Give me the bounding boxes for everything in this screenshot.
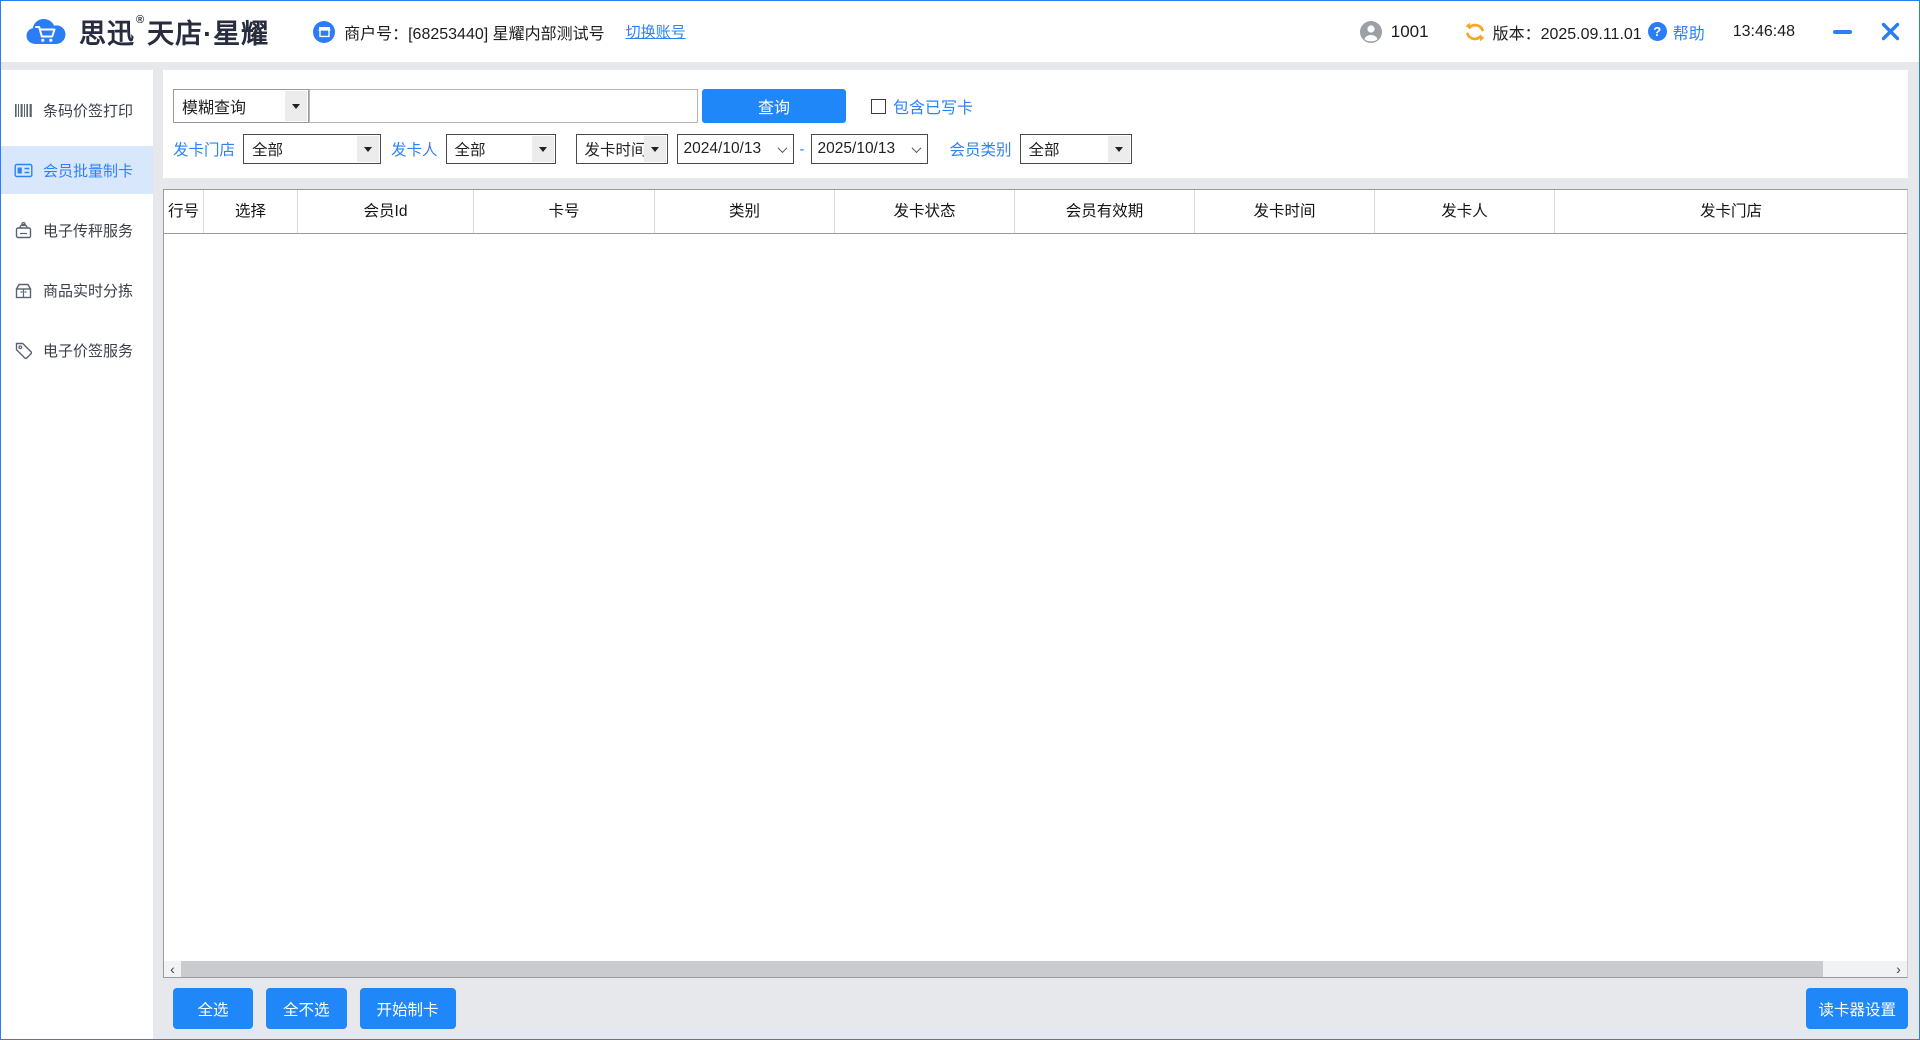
sidebar: 条码价签打印 会员批量制卡 电子传秤服务 商品实时分拣 电子价签服务	[1, 70, 153, 1039]
time-field-select[interactable]: 发卡时间	[575, 134, 668, 164]
column-header-card-number: 卡号	[474, 190, 655, 233]
switch-account-link[interactable]: 切换账号	[626, 21, 686, 42]
store-value: 全部	[252, 142, 284, 159]
filter-row: 发卡门店 全部 发卡人 全部 发卡时间 2024/10/13 - 2025/10…	[173, 134, 1908, 164]
date-from-value: 2024/10/13	[683, 140, 762, 157]
content-area: 模糊查询 查询 包含已写卡 发卡门店 全部 发卡人 全部 发卡时间 2024/1…	[163, 70, 1908, 1039]
version-group: 版本：2025.09.11.01 ? 帮助	[1463, 20, 1705, 44]
sidebar-item-member-batch-card[interactable]: 会员批量制卡	[1, 146, 153, 194]
store-filter-label: 发卡门店	[173, 142, 236, 159]
column-header-issuer: 发卡人	[1375, 190, 1555, 233]
search-button[interactable]: 查询	[702, 89, 846, 123]
help-link[interactable]: 帮助	[1673, 20, 1705, 44]
chevron-down-icon	[531, 136, 554, 162]
sidebar-item-label: 条码价签打印	[43, 102, 134, 120]
scale-icon	[14, 221, 33, 240]
member-card-icon	[14, 161, 33, 180]
filter-panel: 模糊查询 查询 包含已写卡 发卡门店 全部 发卡人 全部 发卡时间 2024/1…	[163, 70, 1908, 178]
member-type-value: 全部	[1028, 142, 1060, 159]
sidebar-item-barcode-label-print[interactable]: 条码价签打印	[1, 86, 153, 134]
close-icon	[1881, 22, 1899, 41]
column-header-valid-period: 会员有效期	[1015, 190, 1195, 233]
merchant-label: 商户号：[68253440] 星耀内部测试号	[344, 25, 605, 43]
query-type-select[interactable]: 模糊查询	[173, 89, 309, 123]
search-row: 模糊查询 查询 包含已写卡	[173, 89, 1908, 123]
issuer-select[interactable]: 全部	[445, 134, 556, 164]
column-header-row-number: 行号	[164, 190, 204, 233]
include-written-checkbox[interactable]	[871, 98, 886, 114]
date-to-value: 2025/10/13	[817, 140, 896, 157]
brand-secondary: 天店·星耀	[147, 19, 270, 49]
column-header-issue-status: 发卡状态	[835, 190, 1015, 233]
chevron-down-icon	[357, 136, 380, 162]
store-select[interactable]: 全部	[243, 134, 382, 164]
query-type-value: 模糊查询	[182, 100, 247, 117]
search-input[interactable]	[309, 89, 698, 123]
horizontal-scrollbar[interactable]: ‹ ›	[164, 961, 1907, 977]
time-field-value: 发卡时间	[584, 142, 647, 159]
issuer-filter-label: 发卡人	[391, 142, 438, 159]
chevron-down-icon	[911, 142, 921, 153]
sorting-box-icon	[14, 281, 33, 300]
scrollbar-thumb[interactable]	[181, 961, 1823, 977]
store-icon	[313, 20, 336, 43]
date-from-picker[interactable]: 2024/10/13	[676, 134, 794, 164]
scroll-right-icon[interactable]: ›	[1890, 961, 1907, 977]
user-avatar-icon	[1359, 20, 1383, 44]
table-header-row: 行号 选择 会员Id 卡号 类别 发卡状态 会员有效期 发卡时间 发卡人 发卡门…	[164, 190, 1907, 234]
chevron-down-icon	[643, 136, 666, 162]
sidebar-item-electronic-price-tag[interactable]: 电子价签服务	[1, 326, 153, 374]
column-header-category: 类别	[655, 190, 835, 233]
sync-icon[interactable]	[1463, 20, 1487, 44]
select-all-button[interactable]: 全选	[173, 988, 253, 1029]
registered-mark: ®	[136, 14, 146, 26]
issuer-value: 全部	[454, 142, 486, 159]
brand-primary: 思迅	[79, 19, 135, 49]
operator: 1001	[1359, 20, 1429, 44]
titlebar-right: 1001 版本：2025.09.11.01 ? 帮助 13:46:48	[1359, 19, 1903, 45]
sidebar-item-label: 电子传秤服务	[43, 222, 134, 240]
scroll-left-icon[interactable]: ‹	[164, 961, 181, 977]
chevron-down-icon	[777, 142, 787, 153]
include-written-label[interactable]: 包含已写卡	[893, 94, 973, 118]
help-icon[interactable]: ?	[1647, 22, 1667, 41]
select-none-button[interactable]: 全不选	[266, 988, 347, 1029]
member-type-select[interactable]: 全部	[1019, 134, 1132, 164]
scrollbar-track[interactable]	[1823, 961, 1890, 977]
sidebar-item-realtime-sorting[interactable]: 商品实时分拣	[1, 266, 153, 314]
member-type-filter-label: 会员类别	[949, 142, 1012, 159]
operator-id: 1001	[1390, 21, 1429, 41]
sidebar-item-label: 商品实时分拣	[43, 282, 134, 300]
table-body-empty	[164, 234, 1907, 961]
clock: 13:46:48	[1732, 22, 1795, 40]
sidebar-item-label: 会员批量制卡	[43, 162, 134, 180]
sidebar-item-label: 电子价签服务	[43, 342, 134, 360]
chevron-down-icon	[1107, 136, 1130, 162]
bottom-action-bar: 全选 全不选 开始制卡 读卡器设置	[163, 978, 1908, 1039]
card-reader-settings-button[interactable]: 读卡器设置	[1806, 988, 1908, 1029]
merchant-info: 商户号：[68253440] 星耀内部测试号 切换账号	[313, 20, 686, 44]
sidebar-item-electronic-scale[interactable]: 电子传秤服务	[1, 206, 153, 254]
minimize-button[interactable]	[1829, 19, 1855, 45]
column-header-select: 选择	[204, 190, 298, 233]
barcode-icon	[14, 101, 33, 120]
date-to-picker[interactable]: 2025/10/13	[810, 134, 928, 164]
close-button[interactable]	[1877, 19, 1903, 45]
main-area: 条码价签打印 会员批量制卡 电子传秤服务 商品实时分拣 电子价签服务 模糊查询 …	[1, 70, 1919, 1039]
date-range-separator: -	[799, 140, 805, 158]
brand: 思迅 ® 天店·星耀	[25, 12, 269, 51]
version-label: 版本：2025.09.11.01	[1492, 25, 1642, 43]
titlebar: 思迅 ® 天店·星耀 商户号：[68253440] 星耀内部测试号 切换账号 1…	[1, 1, 1919, 62]
column-header-member-id: 会员Id	[298, 190, 474, 233]
column-header-issue-store: 发卡门店	[1699, 203, 1762, 220]
brand-name: 思迅 ® 天店·星耀	[79, 12, 269, 51]
price-tag-icon	[14, 341, 33, 360]
minimize-icon	[1832, 29, 1852, 34]
app-logo-icon	[25, 15, 67, 49]
app-window: 思迅 ® 天店·星耀 商户号：[68253440] 星耀内部测试号 切换账号 1…	[0, 0, 1920, 1040]
start-card-making-button[interactable]: 开始制卡	[359, 988, 456, 1029]
member-card-table: 行号 选择 会员Id 卡号 类别 发卡状态 会员有效期 发卡时间 发卡人 发卡门…	[163, 189, 1908, 978]
column-header-issue-time: 发卡时间	[1195, 190, 1375, 233]
chevron-down-icon	[285, 91, 307, 121]
